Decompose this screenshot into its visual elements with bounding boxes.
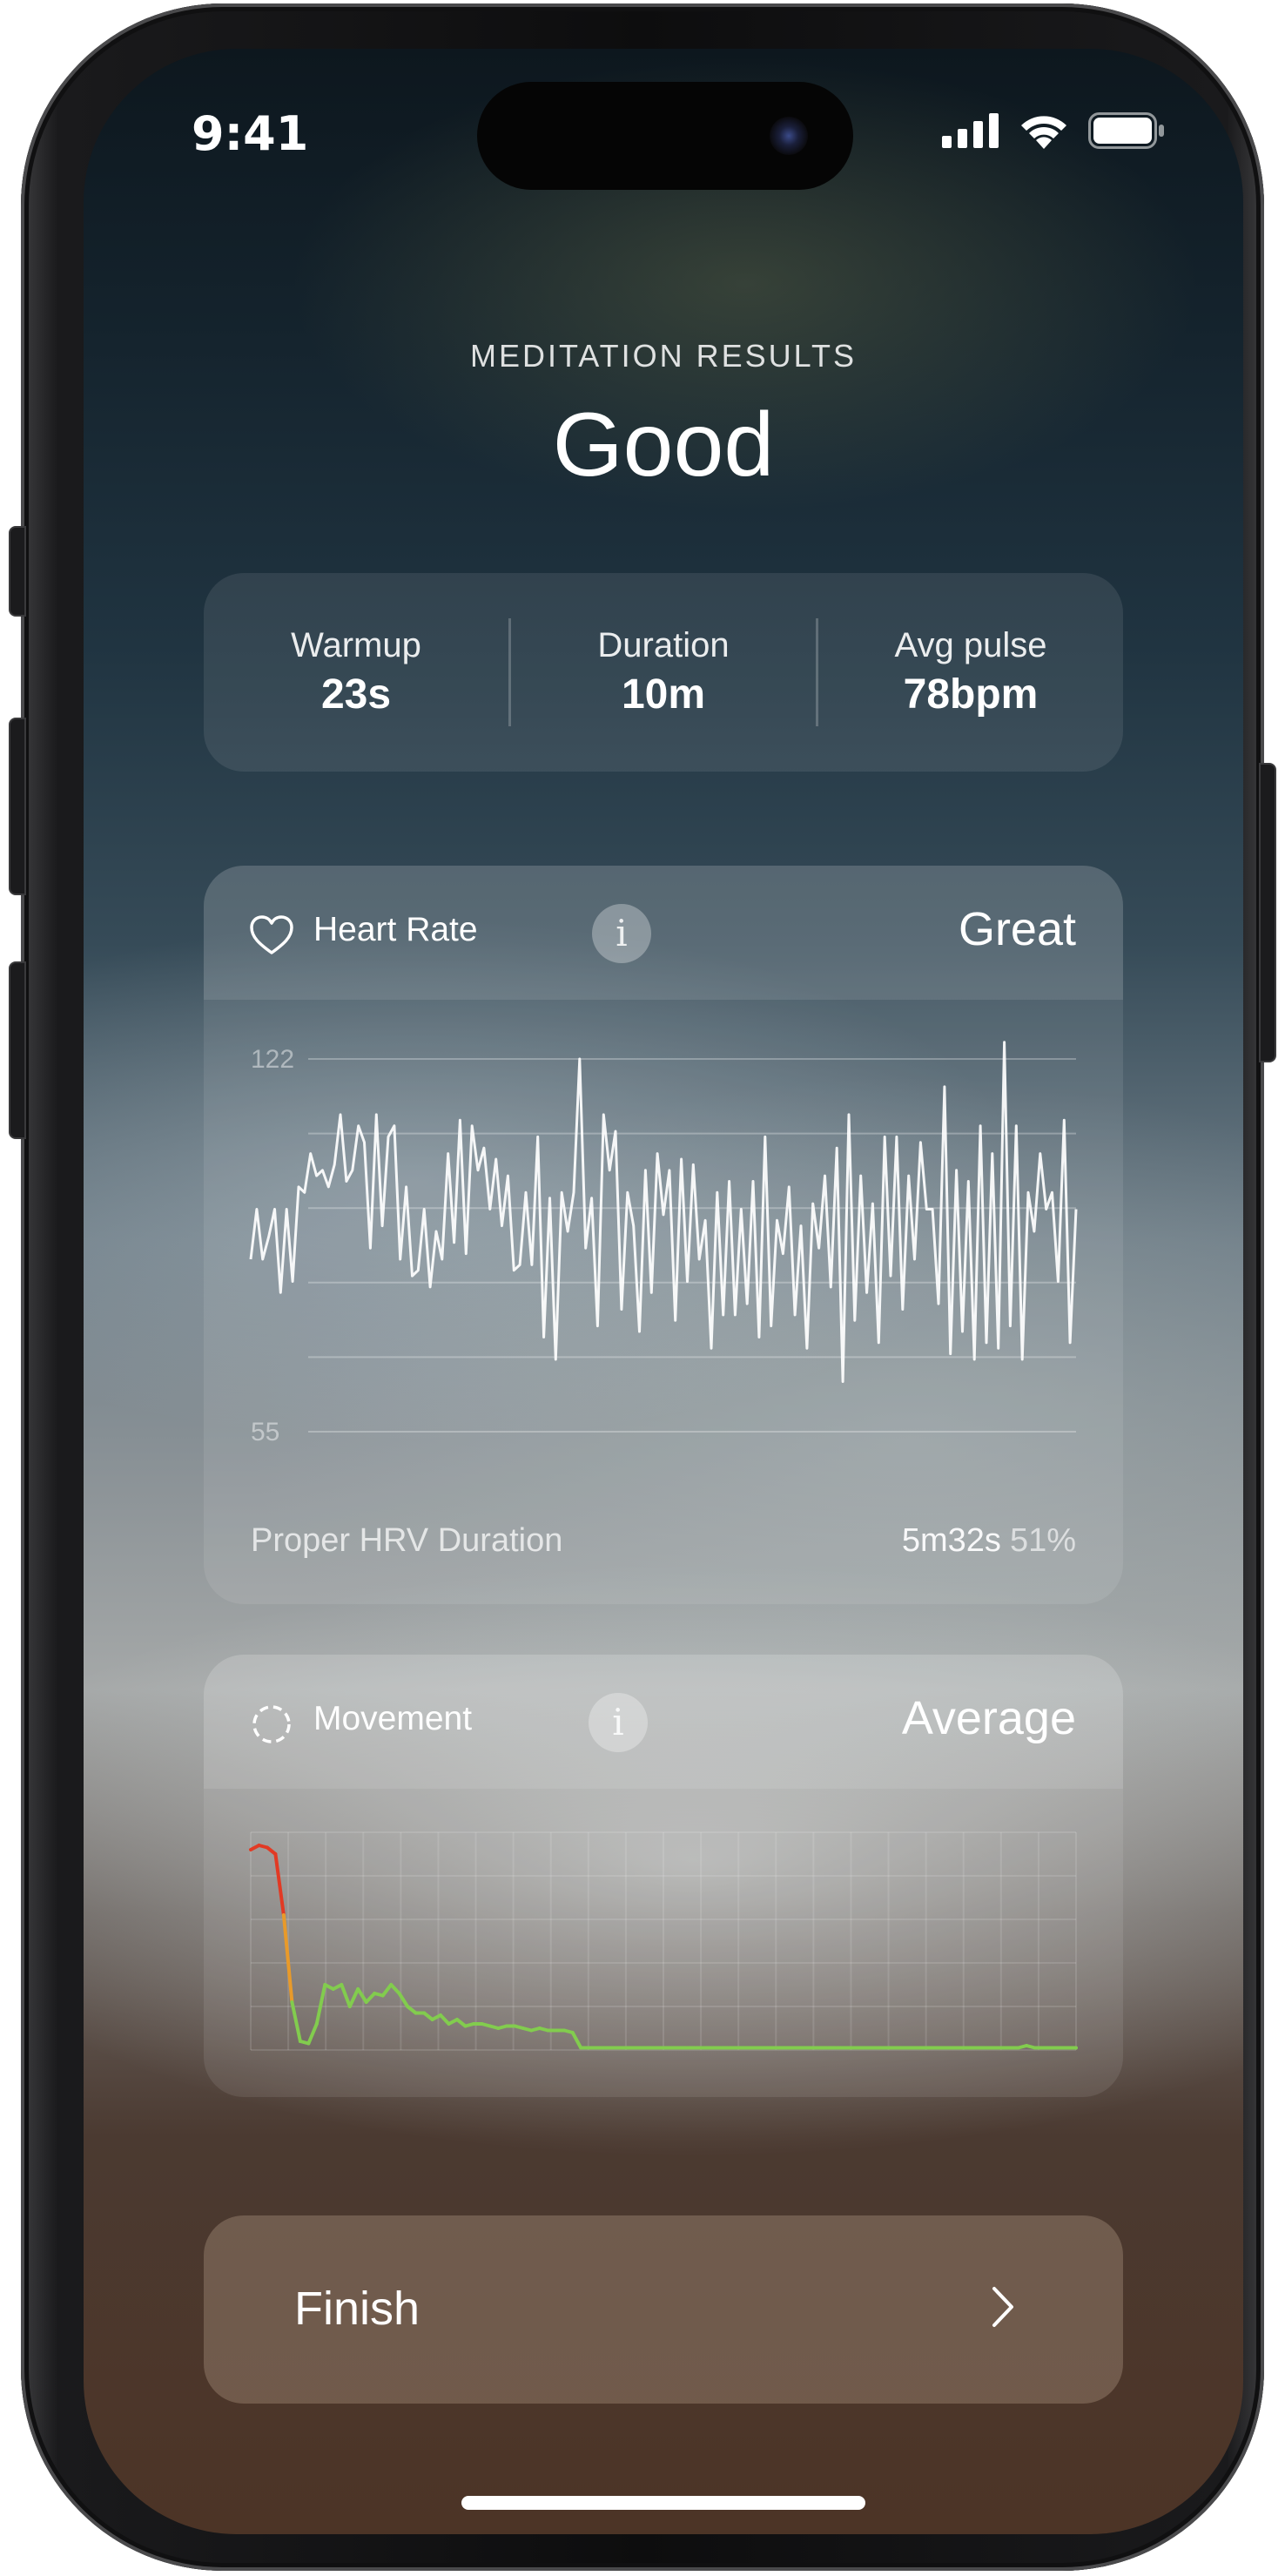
stat-avg-pulse: Avg pulse 78bpm <box>818 626 1123 718</box>
stats-card: Warmup 23s Duration 10m Avg pulse 78bpm <box>204 573 1123 772</box>
movement-series-segment <box>306 2022 319 2046</box>
movement-series-segment <box>347 1987 360 2008</box>
heart-rate-chart: 122 55 <box>249 1041 1078 1446</box>
hrv-percent-value: 51% <box>1009 1522 1076 1559</box>
movement-chart <box>249 1831 1078 2051</box>
stat-label: Warmup <box>291 626 421 664</box>
finish-button[interactable]: Finish <box>204 2215 1123 2404</box>
stat-value: 10m <box>621 671 706 718</box>
heart-rate-card: Heart Rate i Great 122 55 Proper HRV Dura… <box>204 866 1123 1604</box>
stat-value: 78bpm <box>903 671 1039 718</box>
heart-rate-series-line <box>249 1041 1078 1383</box>
volume-up-button <box>9 718 26 895</box>
movement-series-segment <box>290 2000 302 2043</box>
movement-series-segment <box>273 1852 286 1917</box>
volume-down-button <box>9 961 26 1139</box>
hrv-duration-label: Proper HRV Duration <box>251 1522 563 1559</box>
page-title: Good <box>552 394 775 496</box>
y-tick-label: 55 <box>251 1418 279 1446</box>
heart-rate-info-button[interactable]: i <box>592 904 651 963</box>
status-icons <box>942 111 1165 150</box>
cellular-signal-icon <box>942 113 999 148</box>
movement-label: Movement <box>313 1700 473 1737</box>
heart-rate-header: Heart Rate i Great <box>204 866 1123 1000</box>
movement-series-segment <box>439 2013 451 2026</box>
battery-icon <box>1088 112 1164 149</box>
chevron-right-icon <box>992 2287 1013 2327</box>
dynamic-island <box>477 82 853 190</box>
heart-icon <box>250 915 293 954</box>
movement-header: Movement i Average <box>204 1655 1123 1789</box>
movement-rating: Average <box>901 1692 1076 1744</box>
power-button <box>1259 763 1276 1062</box>
movement-series-segment <box>380 1983 394 1998</box>
stat-label: Avg pulse <box>894 626 1047 664</box>
movement-series-segment <box>389 1983 401 1995</box>
page-kicker: MEDITATION RESULTS <box>469 338 858 374</box>
movement-card: Movement i Average <box>204 1655 1123 2097</box>
stat-label: Duration <box>597 626 730 664</box>
heart-rate-label: Heart Rate <box>313 911 478 948</box>
movement-series-segment <box>570 2031 583 2050</box>
phone-frame: 9:41 MEDITATION RESULTS Good Warmup 23s … <box>9 3 1276 2571</box>
y-tick-label: 122 <box>251 1045 294 1074</box>
movement-icon <box>252 1705 291 1743</box>
stat-duration: Duration 10m <box>511 626 816 718</box>
home-indicator[interactable] <box>461 2496 865 2510</box>
action-button <box>9 526 26 617</box>
movement-series-segment <box>356 1987 368 2004</box>
stat-value: 23s <box>320 671 392 718</box>
hrv-duration-value: 5m32s <box>901 1522 1001 1559</box>
stat-warmup: Warmup 23s <box>204 626 508 718</box>
movement-series-segment <box>364 1992 377 2004</box>
movement-info-button[interactable]: i <box>589 1693 648 1752</box>
finish-label: Finish <box>294 2283 420 2335</box>
wifi-icon <box>1021 116 1066 149</box>
movement-series-segment <box>340 1983 352 2008</box>
screen: 9:41 MEDITATION RESULTS Good Warmup 23s … <box>84 49 1243 2534</box>
movement-series-segment <box>314 1983 327 2026</box>
hrv-values: 5m32s 51% <box>902 1522 1076 1560</box>
status-time: 9:41 <box>192 106 309 161</box>
camera-icon <box>770 117 808 155</box>
heart-rate-rating: Great <box>958 903 1076 955</box>
